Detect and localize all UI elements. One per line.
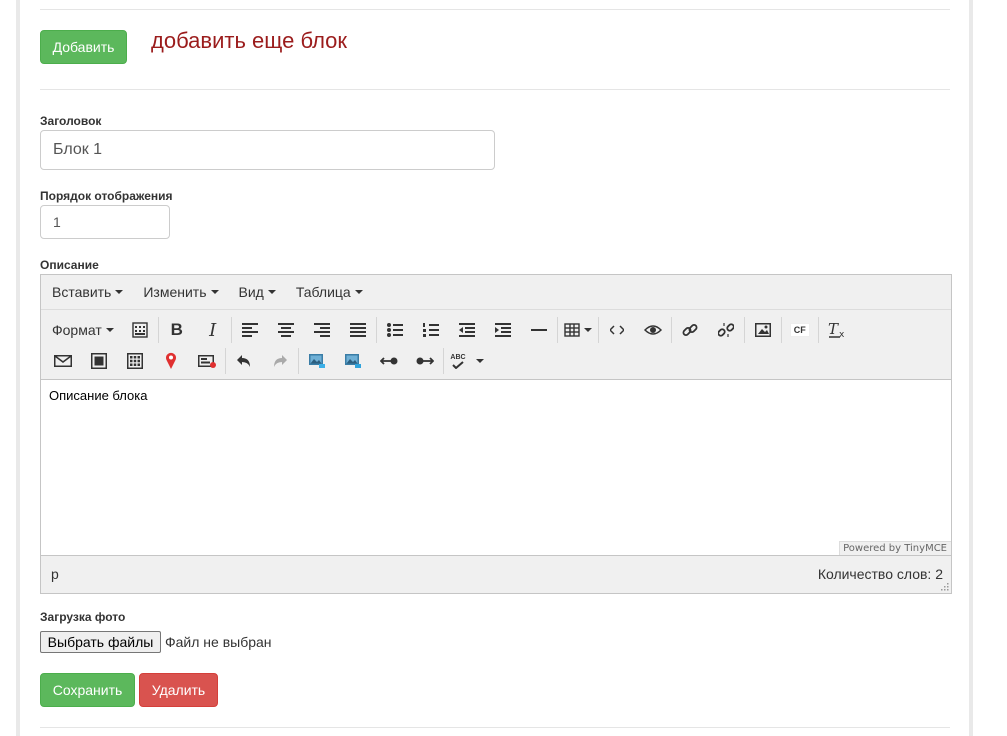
caret-down-icon — [267, 290, 276, 294]
code-icon[interactable] — [599, 316, 635, 344]
divider — [40, 9, 950, 10]
caret-down-icon — [475, 359, 484, 363]
unlink-icon[interactable] — [708, 316, 744, 344]
word-count: Количество слов: 2 — [817, 566, 943, 582]
italic-icon[interactable]: I — [195, 316, 231, 344]
map-pin-icon[interactable] — [153, 347, 189, 375]
format-dropdown[interactable]: Формат — [45, 316, 122, 344]
bold-icon[interactable]: B — [159, 316, 195, 344]
editor-menubar: Вставить Изменить Вид Таблица — [41, 275, 951, 310]
table-icon[interactable] — [558, 316, 598, 344]
page-border-left — [16, 0, 20, 736]
menu-table[interactable]: Таблица — [288, 284, 371, 300]
cf-label: CF — [789, 323, 810, 337]
title-input[interactable]: Блок 1 — [40, 130, 495, 170]
align-left-icon[interactable] — [232, 316, 268, 344]
caret-down-icon — [210, 290, 219, 294]
align-center-icon[interactable] — [268, 316, 304, 344]
divider — [40, 727, 950, 728]
file-status-text: Файл не выбран — [165, 634, 272, 650]
editor-toolbar-row-1: Формат B I CF Tx — [41, 313, 855, 347]
menu-view[interactable]: Вид — [231, 284, 284, 300]
menu-label: Вставить — [52, 284, 112, 300]
align-right-icon[interactable] — [304, 316, 340, 344]
cf-icon[interactable]: CF — [782, 316, 818, 344]
order-input[interactable]: 1 — [40, 205, 170, 239]
undo-icon[interactable] — [226, 347, 262, 375]
table-grid-icon[interactable] — [122, 316, 158, 344]
title-label: Заголовок — [40, 114, 102, 128]
spellcheck-glyph: ABC — [450, 353, 466, 369]
square-icon[interactable] — [81, 347, 117, 375]
media-icon[interactable] — [189, 347, 225, 375]
caret-down-icon — [583, 328, 592, 332]
caret-down-icon — [115, 290, 124, 294]
caret-down-icon — [354, 290, 363, 294]
grid-icon[interactable] — [117, 347, 153, 375]
menu-label: Изменить — [143, 284, 207, 300]
editor-toolbar-row-2: ABC — [41, 344, 490, 378]
align-justify-icon[interactable] — [340, 316, 376, 344]
indent-icon[interactable] — [485, 316, 521, 344]
add-block-caption: добавить еще блок — [151, 28, 348, 53]
redo-icon[interactable] — [262, 347, 298, 375]
rich-text-editor: Вставить Изменить Вид Таблица Формат B I — [40, 274, 952, 594]
menu-label: Таблица — [295, 284, 351, 300]
rtl-icon[interactable] — [407, 347, 443, 375]
editor-content-area[interactable]: Описание блока Powered by TinyMCE — [41, 379, 951, 556]
horizontal-rule-icon[interactable] — [521, 316, 557, 344]
photo-upload-label: Загрузка фото — [40, 610, 126, 624]
caret-down-icon — [105, 328, 114, 332]
editor-content-text: Описание блока — [49, 388, 148, 403]
spellcheck-icon[interactable]: ABC — [444, 347, 490, 375]
image-left-icon[interactable] — [299, 347, 335, 375]
clear-format-icon[interactable]: Tx — [819, 316, 855, 344]
powered-by-tinymce[interactable]: Powered by TinyMCE — [839, 541, 951, 555]
choose-files-button[interactable]: Выбрать файлы — [40, 631, 161, 653]
svg-text:T: T — [828, 322, 839, 338]
image-right-icon[interactable] — [335, 347, 371, 375]
bullet-list-icon[interactable] — [377, 316, 413, 344]
numbered-list-icon[interactable] — [413, 316, 449, 344]
resize-handle-icon[interactable] — [939, 581, 949, 591]
description-label: Описание — [40, 258, 99, 272]
outdent-icon[interactable] — [449, 316, 485, 344]
divider — [40, 89, 950, 90]
image-icon[interactable] — [745, 316, 781, 344]
link-icon[interactable] — [672, 316, 708, 344]
svg-text:x: x — [839, 330, 845, 338]
menu-insert[interactable]: Вставить — [44, 284, 131, 300]
save-button[interactable]: Сохранить — [40, 673, 135, 707]
add-button[interactable]: Добавить — [40, 30, 127, 64]
order-label: Порядок отображения — [40, 189, 173, 203]
element-path[interactable]: p — [51, 566, 59, 582]
menu-edit[interactable]: Изменить — [135, 284, 226, 300]
spellcheck-abc: ABC — [450, 353, 466, 361]
preview-icon[interactable] — [635, 316, 671, 344]
mail-icon[interactable] — [45, 347, 81, 375]
format-label: Формат — [52, 322, 102, 338]
editor-statusbar: p Количество слов: 2 — [41, 556, 951, 593]
page-border-right — [969, 0, 973, 736]
ltr-icon[interactable] — [371, 347, 407, 375]
delete-button[interactable]: Удалить — [139, 673, 218, 707]
menu-label: Вид — [238, 284, 264, 300]
